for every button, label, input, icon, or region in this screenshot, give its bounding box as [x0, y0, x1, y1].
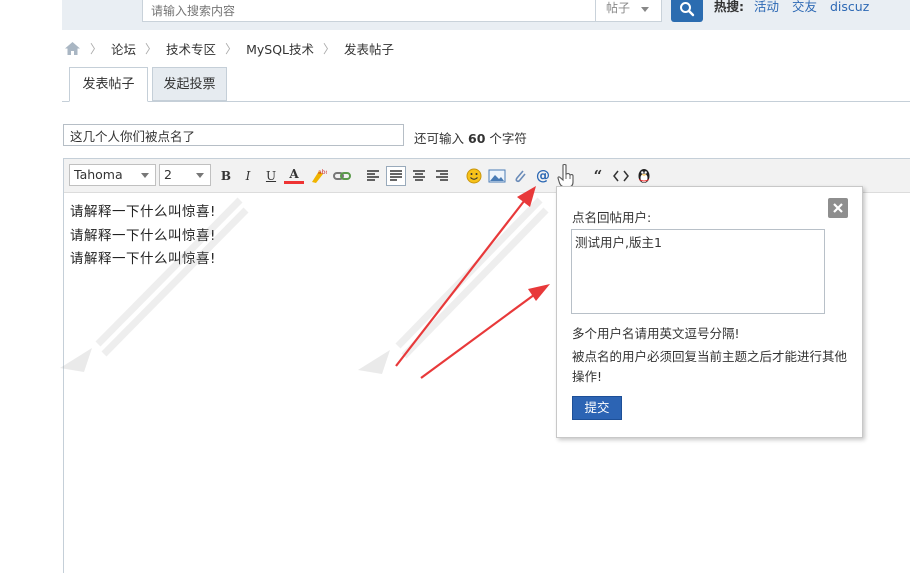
breadcrumb-item[interactable]: MySQL技术 [246, 39, 314, 58]
popup-submit-button[interactable]: 提交 [572, 396, 622, 420]
background-color-button[interactable]: abc [308, 166, 328, 186]
editor-content[interactable]: 请解释一下什么叫惊喜! 请解释一下什么叫惊喜! 请解释一下什么叫惊喜! [70, 201, 216, 272]
hot-link-2[interactable]: 交友 [792, 0, 817, 14]
char-remaining-count: 60 [468, 131, 486, 146]
at-mention-button[interactable]: @ [533, 166, 553, 186]
image-icon [488, 169, 506, 183]
popup-hint-separator: 多个用户名请用英文逗号分隔! [572, 326, 740, 341]
highlighter-icon: abc [312, 169, 327, 183]
breadcrumb-separator-icon: 〉 [90, 41, 103, 56]
hot-link-3[interactable]: discuz [830, 0, 869, 14]
smiley-button[interactable] [464, 166, 484, 186]
breadcrumb-separator-icon: 〉 [145, 41, 158, 56]
breadcrumb-item[interactable]: 论坛 [111, 39, 136, 58]
subject-input[interactable] [63, 124, 404, 146]
hot-link-1[interactable]: 活动 [754, 0, 779, 14]
search-scope-label: 帖子 [606, 1, 631, 15]
italic-button[interactable]: I [238, 166, 258, 186]
at-icon: @ [536, 168, 550, 184]
quote-button[interactable]: “ [588, 166, 608, 186]
search-button[interactable] [671, 0, 703, 22]
char-remaining: 还可输入 60 个字符 [414, 128, 527, 147]
close-icon [833, 203, 843, 213]
svg-text:abc: abc [318, 169, 327, 176]
code-icon [613, 170, 629, 182]
breadcrumb-separator-icon: 〉 [323, 41, 336, 56]
paperclip-icon [515, 170, 526, 183]
code-button[interactable] [611, 166, 631, 186]
link-button[interactable] [332, 166, 352, 186]
font-size-select[interactable]: 2 [159, 164, 211, 186]
breadcrumb: 〉 论坛 〉 技术专区 〉 MySQL技术 〉 发表帖子 [64, 39, 394, 57]
align-center-icon [413, 170, 425, 181]
penguin-icon [638, 169, 650, 183]
align-right-button[interactable] [432, 166, 452, 186]
link-icon [333, 172, 351, 180]
align-center-button[interactable] [409, 166, 429, 186]
char-remaining-prefix: 还可输入 [414, 131, 465, 146]
font-family-select[interactable]: Tahoma [69, 164, 156, 186]
font-color-button[interactable]: A [284, 166, 304, 184]
popup-hint-rule: 被点名的用户必须回复当前主题之后才能进行其他操作! [572, 349, 848, 384]
breadcrumb-item[interactable]: 技术专区 [166, 39, 216, 58]
font-family-value: Tahoma [74, 167, 123, 182]
tab-post[interactable]: 发表帖子 [69, 67, 148, 102]
align-left-button[interactable] [363, 166, 383, 186]
qq-button[interactable] [634, 166, 654, 186]
popup-close-button[interactable] [828, 198, 848, 218]
editor-line: 请解释一下什么叫惊喜! [70, 204, 216, 220]
font-size-value: 2 [164, 167, 172, 182]
popup-title: 点名回帖用户: [572, 210, 652, 225]
align-right-icon [436, 170, 448, 181]
search-input[interactable] [142, 0, 596, 22]
char-remaining-suffix: 个字符 [489, 131, 527, 146]
chevron-down-icon [641, 7, 649, 12]
breadcrumb-separator-icon: 〉 [225, 41, 238, 56]
image-button[interactable] [487, 166, 507, 186]
align-justify-button[interactable] [386, 166, 406, 186]
tab-divider [62, 101, 910, 102]
search-scope-select[interactable]: 帖子 [596, 0, 662, 22]
top-search-bar: 帖子 热搜: 活动 交友 discuz [62, 0, 910, 30]
editor-line: 请解释一下什么叫惊喜! [70, 227, 216, 244]
chevron-down-icon [196, 173, 204, 178]
chevron-down-icon [141, 173, 149, 178]
search-icon [680, 2, 695, 17]
underline-button[interactable]: U [261, 166, 281, 186]
breadcrumb-current: 发表帖子 [344, 41, 395, 57]
bold-button[interactable]: B [216, 166, 236, 186]
call-name-textarea[interactable]: 测试用户,版主1 [571, 229, 825, 314]
align-left-icon [367, 170, 379, 181]
tab-poll[interactable]: 发起投票 [152, 67, 227, 101]
call-name-popup: 点名回帖用户: 测试用户,版主1 多个用户名请用英文逗号分隔! 被点名的用户必须… [556, 186, 863, 438]
hot-search: 热搜: 活动 交友 discuz [714, 0, 878, 14]
hot-search-label: 热搜: [714, 0, 744, 14]
home-icon[interactable] [64, 41, 81, 56]
editor-line: 请解释一下什么叫惊喜! [70, 251, 216, 267]
smiley-icon [466, 168, 482, 184]
attachment-button[interactable] [510, 166, 530, 186]
align-justify-icon [390, 170, 402, 181]
